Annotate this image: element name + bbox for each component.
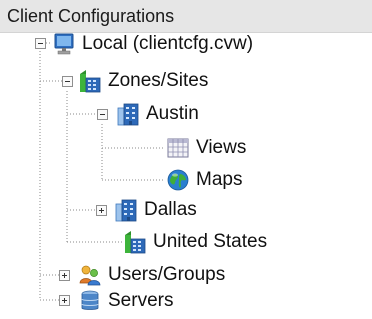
tree-node-austin[interactable]: Austin xyxy=(116,100,199,128)
tree-node-label: Austin xyxy=(146,103,199,124)
tree-node-label: United States xyxy=(153,231,268,252)
tree-node-label: Maps xyxy=(196,169,243,190)
tree-node-local[interactable]: Local (clientcfg.cvw) xyxy=(52,30,253,58)
zones-sites-icon xyxy=(123,230,147,254)
tree-node-label: Dallas xyxy=(144,199,197,220)
grid-views-icon xyxy=(166,136,190,160)
configuration-tree: Local (clientcfg.cvw) Zones/Sites Austin… xyxy=(0,0,372,319)
tree-node-united-states[interactable]: United States xyxy=(123,228,267,256)
expand-servers-toggle[interactable] xyxy=(59,295,70,306)
client-configurations-panel: Client Configurations Local (clientcfg.c… xyxy=(0,0,372,319)
server-icon xyxy=(78,289,102,313)
tree-node-label: Views xyxy=(196,137,247,158)
globe-icon xyxy=(166,168,190,192)
zones-sites-icon xyxy=(78,69,102,93)
tree-node-label: Zones/Sites xyxy=(108,70,209,91)
tree-node-servers[interactable]: Servers xyxy=(78,287,173,315)
building-icon xyxy=(114,198,138,222)
tree-node-dallas[interactable]: Dallas xyxy=(114,196,197,224)
tree-node-views[interactable]: Views xyxy=(166,134,246,162)
tree-node-label: Users/Groups xyxy=(108,264,226,285)
tree-node-label: Local (clientcfg.cvw) xyxy=(82,33,254,54)
collapse-zones-sites-toggle[interactable] xyxy=(62,76,73,87)
tree-node-users-groups[interactable]: Users/Groups xyxy=(78,261,225,289)
building-icon xyxy=(116,102,140,126)
expand-users-groups-toggle[interactable] xyxy=(59,270,70,281)
tree-node-maps[interactable]: Maps xyxy=(166,166,242,194)
computer-icon xyxy=(52,32,76,56)
collapse-local-toggle[interactable] xyxy=(35,38,46,49)
tree-node-zones-sites[interactable]: Zones/Sites xyxy=(78,67,208,95)
expand-dallas-toggle[interactable] xyxy=(96,205,107,216)
users-icon xyxy=(78,263,102,287)
collapse-austin-toggle[interactable] xyxy=(97,109,108,120)
tree-node-label: Servers xyxy=(108,290,174,311)
